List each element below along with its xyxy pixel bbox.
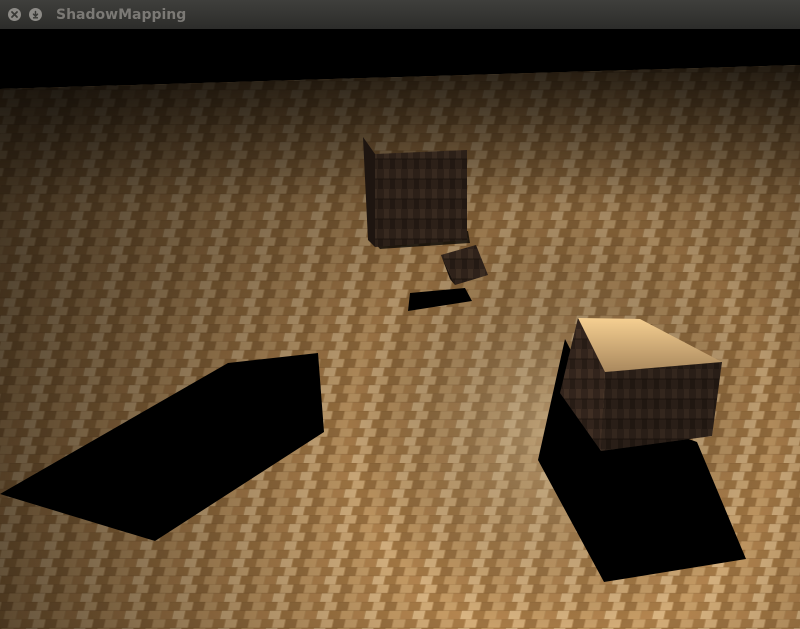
scene-canvas — [0, 29, 800, 629]
minimize-icon — [32, 10, 39, 19]
render-viewport[interactable] — [0, 29, 800, 629]
window-title: ShadowMapping — [56, 6, 187, 23]
close-icon — [11, 11, 18, 18]
window-titlebar: ShadowMapping — [0, 0, 800, 30]
minimize-button[interactable] — [29, 8, 42, 21]
close-button[interactable] — [8, 8, 21, 21]
